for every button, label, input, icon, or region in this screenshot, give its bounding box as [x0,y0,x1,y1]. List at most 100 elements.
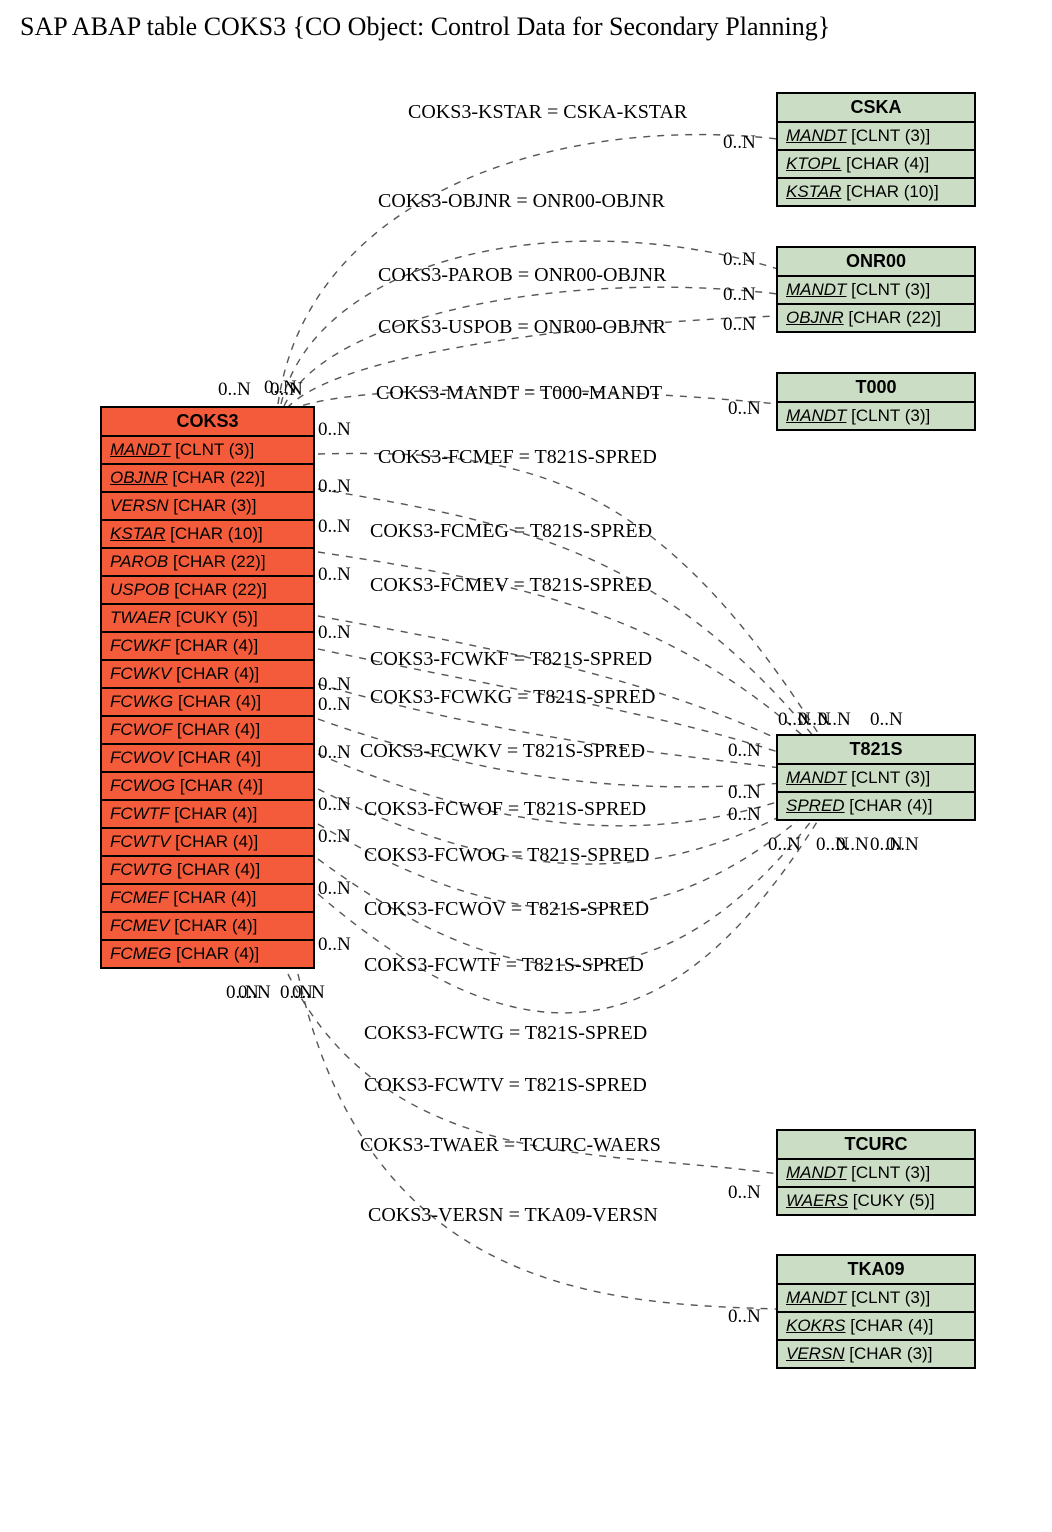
field-type: [CHAR (4)] [170,916,258,935]
cardinality: 0..N [318,476,351,498]
entity-field-row: MANDT [CLNT (3)] [778,123,974,151]
entity-field-row: MANDT [CLNT (3)] [102,437,313,465]
cardinality: 0..N [728,804,761,826]
field-type: [CHAR (4)] [172,860,260,879]
page-title: SAP ABAP table COKS3 {CO Object: Control… [20,12,1044,42]
cardinality: 0..N [728,1182,761,1204]
entity-field-row: FCMEV [CHAR (4)] [102,913,313,941]
entity-field-row: VERSN [CHAR (3)] [778,1341,974,1367]
field-type: [CHAR (22)] [170,580,267,599]
cardinality: 0..N [318,826,351,848]
cardinality: 0..N [238,982,271,1004]
entity-cska: CSKA MANDT [CLNT (3)]KTOPL [CHAR (4)]KST… [776,92,976,207]
field-type: [CLNT (3)] [846,280,930,299]
rel-label: COKS3-FCMEF = T821S-SPRED [378,446,657,469]
entity-field-row: FCMEF [CHAR (4)] [102,885,313,913]
cardinality: 0..N [836,834,869,856]
rel-label: COKS3-TWAER = TCURC-WAERS [360,1134,661,1157]
field-name: MANDT [786,280,846,299]
field-name: MANDT [786,768,846,787]
field-type: [CHAR (4)] [172,720,260,739]
rel-label: COKS3-OBJNR = ONR00-OBJNR [378,190,665,213]
field-name: FCWTF [110,804,169,823]
field-name: MANDT [786,1163,846,1182]
field-type: [CHAR (4)] [169,888,257,907]
field-type: [CHAR (22)] [168,468,265,487]
field-name: WAERS [786,1191,848,1210]
entity-field-row: MANDT [CLNT (3)] [778,403,974,429]
field-name: KTOPL [786,154,841,173]
cardinality: 0..N [870,709,903,731]
rel-label: COKS3-FCMEV = T821S-SPRED [370,574,652,597]
rel-label: COKS3-MANDT = T000-MANDT [376,382,662,405]
cardinality: 0..N [818,709,851,731]
entity-field-row: FCMEG [CHAR (4)] [102,941,313,967]
entity-t000-header: T000 [778,374,974,403]
rel-label: COKS3-FCWTF = T821S-SPRED [364,954,644,977]
cardinality: 0..N [723,284,756,306]
rel-label: COKS3-FCWTG = T821S-SPRED [364,1022,647,1045]
rel-label: COKS3-FCWKG = T821S-SPRED [370,686,655,709]
cardinality: 0..N [723,314,756,336]
entity-field-row: FCWKF [CHAR (4)] [102,633,313,661]
field-name: MANDT [786,126,846,145]
field-type: [CHAR (4)] [170,832,258,851]
entity-coks3: COKS3 MANDT [CLNT (3)]OBJNR [CHAR (22)]V… [100,406,315,969]
entity-coks3-header: COKS3 [102,408,313,437]
rel-label: COKS3-FCWKF = T821S-SPRED [370,648,652,671]
cardinality: 0..N [723,132,756,154]
rel-label: COKS3-FCWOF = T821S-SPRED [364,798,646,821]
field-type: [CHAR (4)] [841,154,929,173]
field-name: TWAER [110,608,171,627]
cardinality: 0..N [318,794,351,816]
entity-field-row: PAROB [CHAR (22)] [102,549,313,577]
field-name: FCWKF [110,636,170,655]
field-type: [CHAR (4)] [169,804,257,823]
cardinality: 0..N [318,694,351,716]
cardinality: 0..N [728,398,761,420]
entity-field-row: KSTAR [CHAR (10)] [778,179,974,205]
field-type: [CHAR (10)] [841,182,938,201]
entity-tka09: TKA09 MANDT [CLNT (3)]KOKRS [CHAR (4)]VE… [776,1254,976,1369]
entity-field-row: OBJNR [CHAR (22)] [778,305,974,331]
field-type: [CHAR (4)] [173,692,261,711]
cardinality: 0..N [318,674,351,696]
entity-field-row: MANDT [CLNT (3)] [778,765,974,793]
entity-field-row: FCWKG [CHAR (4)] [102,689,313,717]
field-name: FCWOG [110,776,175,795]
entity-field-row: KTOPL [CHAR (4)] [778,151,974,179]
field-name: MANDT [110,440,170,459]
field-name: PAROB [110,552,168,571]
field-name: FCWKV [110,664,171,683]
entity-field-row: WAERS [CUKY (5)] [778,1188,974,1214]
field-name: MANDT [786,406,846,425]
field-name: VERSN [786,1344,845,1363]
cardinality: 0..N [318,564,351,586]
field-type: [CLNT (3)] [170,440,254,459]
field-type: [CLNT (3)] [846,768,930,787]
entity-t821s: T821S MANDT [CLNT (3)]SPRED [CHAR (4)] [776,734,976,821]
entity-field-row: FCWTG [CHAR (4)] [102,857,313,885]
entity-field-row: FCWOG [CHAR (4)] [102,773,313,801]
field-name: MANDT [786,1288,846,1307]
entity-t821s-header: T821S [778,736,974,765]
entity-onr00: ONR00 MANDT [CLNT (3)]OBJNR [CHAR (22)] [776,246,976,333]
field-name: FCWTG [110,860,172,879]
entity-field-row: MANDT [CLNT (3)] [778,277,974,305]
cardinality: 0..N [318,419,351,441]
field-type: [CHAR (3)] [169,496,257,515]
cardinality: 0..N [728,782,761,804]
rel-label: COKS3-FCMEG = T821S-SPRED [370,520,652,543]
entity-cska-header: CSKA [778,94,974,123]
cardinality: 0..N [723,249,756,271]
field-type: [CUKY (5)] [848,1191,935,1210]
entity-field-row: FCWOV [CHAR (4)] [102,745,313,773]
cardinality: 0..N [292,982,325,1004]
cardinality: 0..N [728,740,761,762]
entity-field-row: OBJNR [CHAR (22)] [102,465,313,493]
cardinality: 0..N [270,379,303,401]
field-name: SPRED [786,796,845,815]
entity-t000: T000 MANDT [CLNT (3)] [776,372,976,431]
field-type: [CLNT (3)] [846,406,930,425]
entity-field-row: KOKRS [CHAR (4)] [778,1313,974,1341]
